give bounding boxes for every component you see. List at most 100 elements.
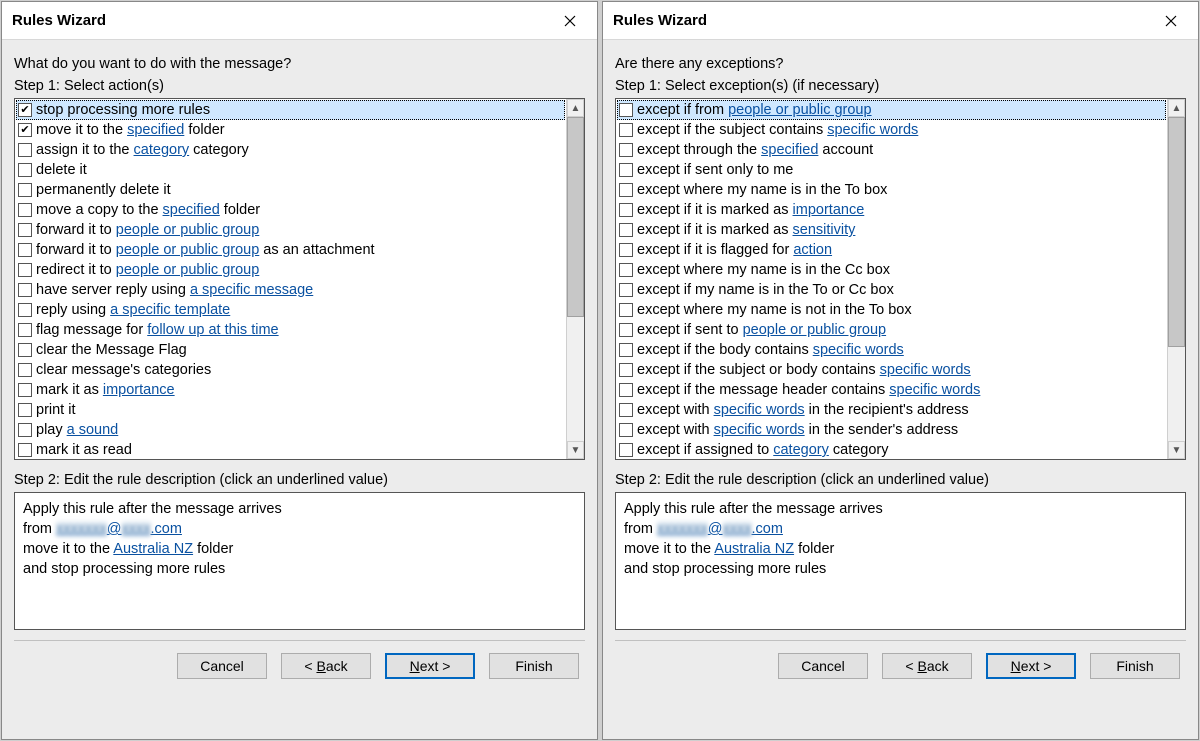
rule-value-link[interactable]: follow up at this time	[147, 322, 278, 338]
checkbox[interactable]	[619, 283, 633, 297]
list-item[interactable]: except where my name is in the To box	[617, 180, 1166, 200]
back-button[interactable]: < Back	[281, 653, 371, 679]
checkbox[interactable]	[619, 383, 633, 397]
checkbox[interactable]	[18, 243, 32, 257]
rule-value-link[interactable]: people or public group	[116, 242, 260, 258]
scroll-thumb[interactable]	[567, 117, 584, 317]
list-item[interactable]: redirect it to people or public group	[16, 260, 565, 280]
list-item[interactable]: except if it is marked as importance	[617, 200, 1166, 220]
rule-value-link[interactable]: specified	[163, 202, 220, 218]
list-item[interactable]: mark it as read	[16, 440, 565, 459]
rule-value-link[interactable]: a sound	[67, 422, 119, 438]
checkbox[interactable]	[18, 323, 32, 337]
checkbox[interactable]	[18, 423, 32, 437]
checkbox[interactable]	[18, 123, 32, 137]
rule-value-link[interactable]: category	[134, 142, 190, 158]
rule-value-link[interactable]: specified	[761, 142, 818, 158]
scroll-down-icon[interactable]: ▼	[1168, 441, 1185, 459]
checkbox[interactable]	[619, 183, 633, 197]
list-item[interactable]: print it	[16, 400, 565, 420]
back-button[interactable]: < Back	[882, 653, 972, 679]
checkbox[interactable]	[619, 363, 633, 377]
rule-value-link[interactable]: specific words	[714, 422, 805, 438]
list-item[interactable]: have server reply using a specific messa…	[16, 280, 565, 300]
list-item[interactable]: except if assigned to category category	[617, 440, 1166, 459]
checkbox[interactable]	[18, 143, 32, 157]
list-item[interactable]: except if the message header contains sp…	[617, 380, 1166, 400]
checkbox[interactable]	[18, 363, 32, 377]
list-item[interactable]: stop processing more rules	[16, 100, 565, 120]
rule-value-link[interactable]: people or public group	[728, 102, 872, 118]
rule-value-link[interactable]: importance	[103, 382, 175, 398]
list-item[interactable]: except if the subject or body contains s…	[617, 360, 1166, 380]
list-item[interactable]: move a copy to the specified folder	[16, 200, 565, 220]
list-item[interactable]: forward it to people or public group	[16, 220, 565, 240]
list-item[interactable]: delete it	[16, 160, 565, 180]
list-item[interactable]: except if it is flagged for action	[617, 240, 1166, 260]
checkbox[interactable]	[619, 423, 633, 437]
list-item[interactable]: except if from people or public group	[617, 100, 1166, 120]
checkbox[interactable]	[18, 263, 32, 277]
rule-value-link[interactable]: action	[793, 242, 832, 258]
checkbox[interactable]	[619, 403, 633, 417]
close-button[interactable]	[1154, 8, 1188, 34]
rule-value-link[interactable]: people or public group	[116, 222, 260, 238]
list-item[interactable]: permanently delete it	[16, 180, 565, 200]
checkbox[interactable]	[619, 163, 633, 177]
cancel-button[interactable]: Cancel	[778, 653, 868, 679]
checkbox[interactable]	[619, 223, 633, 237]
list-item[interactable]: except with specific words in the recipi…	[617, 400, 1166, 420]
list-item[interactable]: except through the specified account	[617, 140, 1166, 160]
rule-value-link[interactable]: specific words	[889, 382, 980, 398]
checkbox[interactable]	[18, 103, 32, 117]
checkbox[interactable]	[18, 183, 32, 197]
from-address-link[interactable]: xxxxxxx@xxxx.com	[657, 521, 783, 537]
checkbox[interactable]	[18, 383, 32, 397]
finish-button[interactable]: Finish	[1090, 653, 1180, 679]
list-item[interactable]: except with specific words in the sender…	[617, 420, 1166, 440]
checkbox[interactable]	[619, 443, 633, 457]
list-item[interactable]: play a sound	[16, 420, 565, 440]
checkbox[interactable]	[18, 403, 32, 417]
checkbox[interactable]	[619, 323, 633, 337]
checkbox[interactable]	[619, 123, 633, 137]
scroll-down-icon[interactable]: ▼	[567, 441, 584, 459]
list-item[interactable]: except where my name is in the Cc box	[617, 260, 1166, 280]
list-item[interactable]: flag message for follow up at this time	[16, 320, 565, 340]
list-item[interactable]: move it to the specified folder	[16, 120, 565, 140]
checkbox[interactable]	[18, 203, 32, 217]
list-item[interactable]: clear message's categories	[16, 360, 565, 380]
list-item[interactable]: reply using a specific template	[16, 300, 565, 320]
checkbox[interactable]	[619, 303, 633, 317]
next-button[interactable]: Next >	[385, 653, 475, 679]
rule-value-link[interactable]: importance	[793, 202, 865, 218]
scroll-thumb[interactable]	[1168, 117, 1185, 347]
from-address-link[interactable]: xxxxxxx@xxxx.com	[56, 521, 182, 537]
list-item[interactable]: except if my name is in the To or Cc box	[617, 280, 1166, 300]
checkbox[interactable]	[619, 103, 633, 117]
checkbox[interactable]	[18, 163, 32, 177]
checkbox[interactable]	[619, 343, 633, 357]
list-item[interactable]: clear the Message Flag	[16, 340, 565, 360]
list-item[interactable]: except if the body contains specific wor…	[617, 340, 1166, 360]
rule-value-link[interactable]: specified	[127, 122, 184, 138]
checkbox[interactable]	[18, 343, 32, 357]
rule-value-link[interactable]: a specific message	[190, 282, 313, 298]
list-item[interactable]: mark it as importance	[16, 380, 565, 400]
list-item[interactable]: except where my name is not in the To bo…	[617, 300, 1166, 320]
checkbox[interactable]	[18, 223, 32, 237]
checkbox[interactable]	[18, 303, 32, 317]
checkbox[interactable]	[619, 263, 633, 277]
rule-value-link[interactable]: category	[773, 442, 829, 458]
finish-button[interactable]: Finish	[489, 653, 579, 679]
rule-value-link[interactable]: a specific template	[110, 302, 230, 318]
folder-link[interactable]: Australia NZ	[113, 541, 193, 557]
cancel-button[interactable]: Cancel	[177, 653, 267, 679]
list-item[interactable]: forward it to people or public group as …	[16, 240, 565, 260]
rule-value-link[interactable]: specific words	[880, 362, 971, 378]
scroll-up-icon[interactable]: ▲	[567, 99, 584, 117]
scrollbar[interactable]: ▲ ▼	[1167, 99, 1185, 459]
close-button[interactable]	[553, 8, 587, 34]
checkbox[interactable]	[18, 283, 32, 297]
scrollbar[interactable]: ▲ ▼	[566, 99, 584, 459]
